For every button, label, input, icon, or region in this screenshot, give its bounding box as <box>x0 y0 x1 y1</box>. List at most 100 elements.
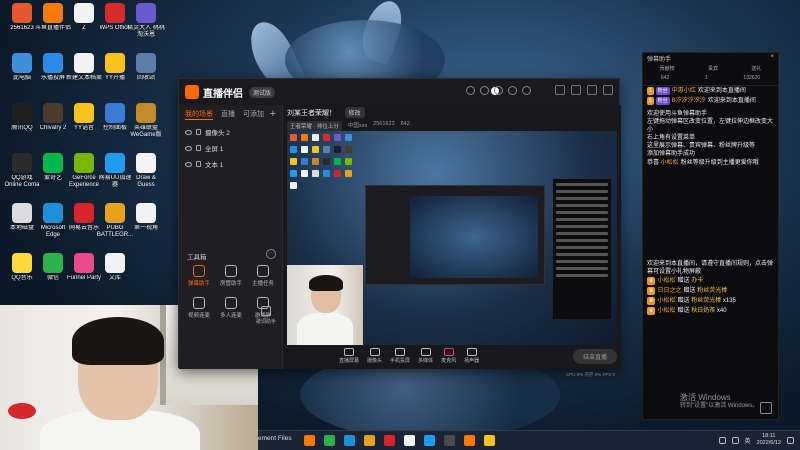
taskbar-app-icon[interactable] <box>404 435 415 446</box>
upgrade-user[interactable]: 小松松 <box>661 160 679 166</box>
phone-cast-button[interactable]: 手机投屏 <box>390 348 410 364</box>
level-badge: ♛ <box>647 307 656 315</box>
speaker-button[interactable]: 扬声器 <box>464 348 479 364</box>
taskbar-app-icon[interactable] <box>444 435 455 446</box>
microphone-button[interactable]: 麦克风 <box>441 348 456 364</box>
danmaku-close-icon[interactable]: × <box>770 54 774 62</box>
toolbox-more-icon[interactable]: ⋯ <box>266 249 276 259</box>
taskbar-app-icon[interactable] <box>464 435 475 446</box>
lock-icon[interactable] <box>196 129 201 135</box>
close-icon[interactable] <box>603 85 613 95</box>
app-icon <box>105 203 125 223</box>
desktop-icon[interactable]: 回收站 <box>127 53 165 82</box>
gift-count: x40 <box>716 308 727 314</box>
phone-icon <box>395 348 406 356</box>
taskbar-window-title[interactable]: ement Files <box>258 435 292 442</box>
tab-gifts[interactable]: 送礼 <box>751 65 761 72</box>
webcam-red-flower <box>8 403 36 419</box>
app-title: 直播伴侣 <box>203 88 243 100</box>
tool-multi-link[interactable]: 多人连麦 <box>215 297 247 319</box>
preview-mini-icon <box>290 146 297 153</box>
desktop-icon-label: 回收站 <box>136 75 155 81</box>
gift-user[interactable]: 小松松 <box>657 308 675 314</box>
wallet-icon[interactable] <box>494 86 503 95</box>
app-icon <box>136 3 156 23</box>
room-fans: 中国xxx <box>347 123 368 129</box>
tool-host-tasks[interactable]: 主播任务 <box>247 265 279 287</box>
gift-user[interactable]: 小松松 <box>657 278 675 284</box>
taskbar-app-icon[interactable] <box>484 435 495 446</box>
notification-icon[interactable] <box>787 436 794 444</box>
gift-user[interactable]: 日日之之 <box>657 288 681 294</box>
desktop-icon[interactable]: Draw & Guess <box>127 153 165 189</box>
input-language[interactable]: 英 <box>745 436 751 445</box>
ctrl-label: 麦克风 <box>441 358 457 364</box>
room-category[interactable]: 王者荣耀 · 排位上分 <box>287 121 342 131</box>
tool-video-link[interactable]: 视频连麦 <box>183 297 215 319</box>
mail-icon[interactable] <box>508 86 517 95</box>
desktop-icon[interactable]: 英雄联盟WeGame版 <box>127 103 165 139</box>
ctrl-label: 多媒体 <box>418 358 434 364</box>
preview-mini-icon <box>290 158 297 165</box>
stat-viewers: 642 <box>660 75 670 81</box>
tab-my-scenes[interactable]: 我的场景 <box>185 109 213 120</box>
gift-icon[interactable] <box>480 86 489 95</box>
message-icon[interactable] <box>466 86 475 95</box>
lock-top-icon[interactable] <box>555 85 565 95</box>
taskbar-app-icon[interactable] <box>324 435 335 446</box>
app-icon <box>136 153 156 173</box>
tab-vip[interactable]: 贵宾 <box>708 65 718 72</box>
danmaku-settings-icon[interactable] <box>760 402 772 414</box>
scene-item[interactable]: 摄像头 2 <box>179 124 282 140</box>
lock-icon[interactable] <box>196 145 201 151</box>
app-version-badge[interactable]: 测试版 <box>249 86 276 98</box>
task-icon <box>257 265 269 277</box>
camera-button[interactable]: 摄像头 <box>367 348 382 364</box>
clock-time: 18:11 <box>762 433 776 439</box>
gift-action: 赠送 <box>683 288 696 294</box>
clock[interactable]: 18:11 2022/6/12 <box>757 433 781 447</box>
volume-icon[interactable] <box>731 436 739 444</box>
preview-mini-icon <box>290 182 297 189</box>
windows-activation-watermark: 激活 Windows 转到"设置"以激活 Windows。 <box>680 393 758 411</box>
desktop-icon[interactable]: 精灵大人 桃桃淘沃恩 <box>127 3 165 39</box>
menu-icon[interactable] <box>522 86 531 95</box>
gift-message: ♛ 小松松 赠送 秋日奶茶 x40 <box>643 306 778 316</box>
taskbar-app-icon[interactable] <box>424 435 435 446</box>
app-icon <box>12 153 32 173</box>
level-badge: 1 <box>647 87 654 95</box>
chat-username[interactable]: 中惠小红 <box>672 88 696 94</box>
edit-room-button[interactable]: 修改 <box>344 107 365 118</box>
tab-live[interactable]: 直播 <box>221 109 235 120</box>
eye-icon[interactable] <box>185 145 192 151</box>
desktop-icon[interactable]: 第一视角 <box>127 203 165 232</box>
taskbar-app-icon[interactable] <box>364 435 375 446</box>
eye-icon[interactable] <box>185 161 192 167</box>
network-icon[interactable] <box>718 436 726 444</box>
tool-room-manager[interactable]: 房管助手 <box>215 265 247 287</box>
taskbar-app-icon[interactable] <box>384 435 395 446</box>
lock-icon[interactable] <box>196 161 201 167</box>
desktop-icon[interactable]: 文库 <box>96 253 134 282</box>
app-icon <box>43 3 63 23</box>
gift-user[interactable]: 小松松 <box>657 298 675 304</box>
maximize-icon[interactable] <box>587 85 597 95</box>
minimize-icon[interactable] <box>571 85 581 95</box>
room-title[interactable]: 刘某王者荣耀！ <box>287 110 336 117</box>
taskbar-app-icon[interactable] <box>304 435 315 446</box>
add-scene-button[interactable]: + <box>270 108 276 120</box>
lyrics-tool[interactable]: 歌词助手 <box>256 306 276 325</box>
tool-danmaku-assistant[interactable]: 弹幕助手 <box>183 265 215 287</box>
scene-item[interactable]: 文本 1 <box>179 156 282 172</box>
taskbar-pinned-apps <box>304 435 495 446</box>
scene-item[interactable]: 全屏 1 <box>179 140 282 156</box>
eye-icon[interactable] <box>185 129 192 135</box>
live-screen-button[interactable]: 直播屏幕 <box>339 348 359 364</box>
taskbar-app-icon[interactable] <box>344 435 355 446</box>
stream-preview[interactable] <box>287 131 617 345</box>
media-button[interactable]: 多媒体 <box>418 348 433 364</box>
tab-addable[interactable]: 可添加 <box>243 109 264 120</box>
end-live-button[interactable]: 结束直播 <box>572 348 617 364</box>
chat-username[interactable]: B汐汐汐汐汐 <box>672 98 706 104</box>
tab-contribution[interactable]: 贡献榜 <box>660 65 675 72</box>
